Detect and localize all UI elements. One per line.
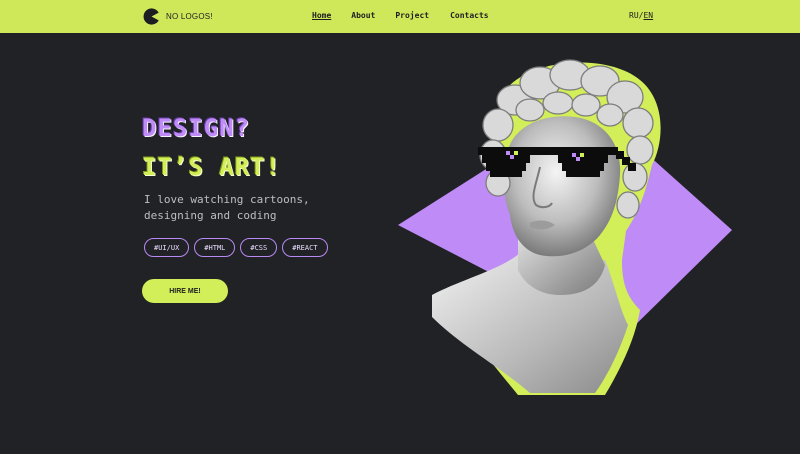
hero-subtitle: I love watching cartoons, designing and … — [144, 193, 310, 222]
skill-tags: #UI/UX #HTML #CSS #REACT — [144, 238, 328, 257]
nav-about[interactable]: About — [351, 11, 375, 20]
top-navigation-bar: NO LOGOS! Home About Project Contacts RU… — [0, 0, 800, 33]
language-switcher: RU/EN — [629, 11, 653, 20]
nav-project[interactable]: Project — [395, 11, 429, 20]
pacman-logo-icon — [143, 8, 159, 25]
tag-html[interactable]: #HTML — [194, 238, 236, 257]
lang-ru[interactable]: RU — [629, 11, 639, 20]
logo[interactable]: NO LOGOS! — [143, 8, 213, 25]
nav-home[interactable]: Home — [312, 11, 331, 20]
main-nav: Home About Project Contacts — [312, 11, 489, 20]
statue-illustration — [398, 59, 732, 395]
tag-react[interactable]: #REACT — [282, 238, 328, 257]
tag-ui-ux[interactable]: #UI/UX — [144, 238, 190, 257]
hero-title-line-1: DESIGN? — [142, 114, 251, 142]
logo-text: NO LOGOS! — [166, 12, 213, 21]
lang-en[interactable]: EN — [643, 11, 653, 20]
hire-me-button[interactable]: HIRE ME! — [142, 279, 228, 303]
tag-css[interactable]: #CSS — [240, 238, 278, 257]
hero-title-line-2: IT’S ART! — [142, 153, 282, 181]
nav-contacts[interactable]: Contacts — [450, 11, 489, 20]
